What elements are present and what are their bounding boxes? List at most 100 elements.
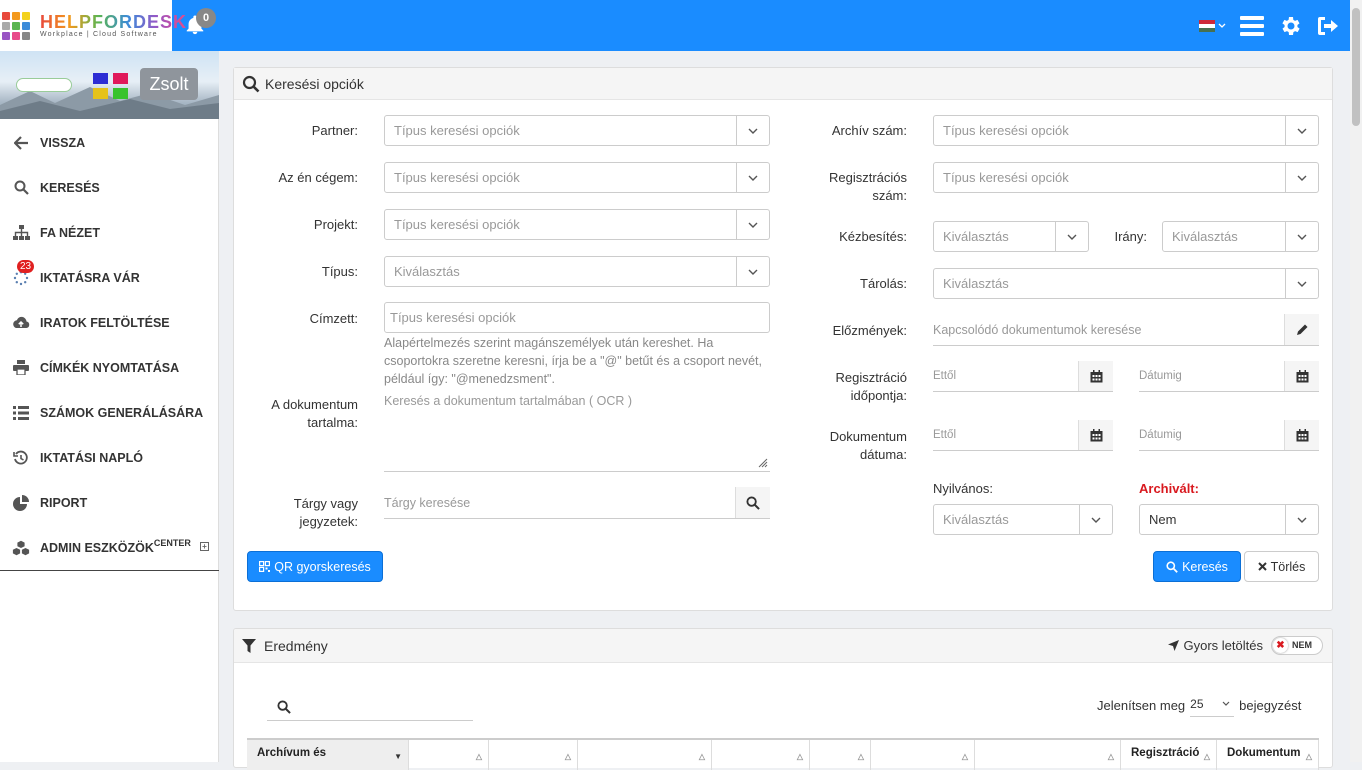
sidebar-item-iktatasi-naplo[interactable]: IKTATÁSI NAPLÓ [0, 435, 219, 480]
language-flag-dropdown[interactable] [1199, 19, 1226, 32]
document-date-from[interactable]: Ettől [933, 420, 1113, 451]
public-select[interactable]: Kiválasztás [933, 504, 1113, 535]
expand-icon[interactable]: + [200, 542, 209, 551]
sidebar-item-vissza[interactable]: VISSZA [0, 120, 219, 165]
apps-grid-icon[interactable] [93, 73, 129, 99]
close-icon [1257, 562, 1267, 571]
results-table-header: Archívum és ▼ △ △ △ △ △ △ △ Regisztráció △… [247, 738, 1319, 770]
reg-label-line1: Regisztrációs [828, 170, 907, 185]
quick-download-label: Gyors letöltés [1183, 638, 1263, 653]
company-label: Az én cégem: [278, 170, 359, 185]
column-header[interactable]: △ [810, 740, 871, 770]
recipient-placeholder: Típus keresési opciók [390, 310, 516, 325]
sidebar-item-label: VISSZA [40, 135, 86, 150]
partner-select[interactable]: Típus keresési opciók [384, 115, 770, 146]
sidebar-item-admin-eszkozok[interactable]: ADMIN ESZKÖZÖK CENTER + [0, 525, 219, 570]
content-textarea[interactable]: Keresés a dokumentum tartalmában ( OCR ) [384, 394, 770, 472]
column-header[interactable]: △ [409, 740, 489, 770]
chevron-down-icon [1055, 222, 1088, 251]
chevron-down-icon [1222, 701, 1230, 706]
regdate-label-line1: Regisztráció [835, 370, 907, 385]
menu-icon[interactable] [1240, 15, 1264, 37]
column-header[interactable]: △ [712, 740, 810, 770]
column-header[interactable]: Regisztráció △ [1121, 740, 1217, 770]
sidebar-item-kereses[interactable]: KERESÉS [0, 165, 219, 210]
history-edit-button[interactable] [1284, 314, 1319, 345]
resize-handle-icon[interactable] [758, 458, 768, 468]
company-select[interactable]: Típus keresési opciók [384, 162, 770, 193]
sidebar-item-iratok-feltoltese[interactable]: IRATOK FELTÖLTÉSE [0, 300, 219, 345]
type-placeholder: Kiválasztás [394, 264, 460, 279]
archived-label: Archivált: [1139, 481, 1199, 496]
results-search-input[interactable] [267, 693, 473, 721]
gear-icon[interactable] [1278, 14, 1302, 38]
sidebar-item-riport[interactable]: RIPORT [0, 480, 219, 525]
subject-label: Tárgy vagy jegyzetek: [250, 495, 358, 531]
public-label: Nyilvános: [933, 481, 993, 496]
app-logo[interactable]: HELPFORDESK Workplace | Cloud Software [0, 0, 186, 51]
column-header[interactable]: △ [489, 740, 578, 770]
location-arrow-icon [1167, 640, 1179, 651]
recipient-input[interactable]: Típus keresési opciók [384, 302, 770, 333]
type-select[interactable]: Kiválasztás [384, 256, 770, 287]
calendar-button[interactable] [1078, 361, 1113, 391]
direction-label: Irány: [1114, 229, 1147, 244]
qr-button-label: QR gyorskeresés [274, 559, 371, 574]
document-date-to[interactable]: Dátumig [1139, 420, 1319, 451]
sort-icon: △ [1305, 752, 1312, 761]
column-header[interactable]: △ [975, 740, 1121, 770]
calendar-icon [1296, 428, 1308, 441]
page-size-value: 25 [1190, 697, 1204, 711]
search-panel-header: Keresési opciók [234, 68, 1332, 100]
archived-select[interactable]: Nem [1139, 504, 1319, 535]
date-from-placeholder: Ettől [933, 370, 957, 382]
calendar-button[interactable] [1284, 420, 1319, 450]
column-header[interactable]: Dokumentum △ [1217, 740, 1319, 770]
project-select[interactable]: Típus keresési opciók [384, 209, 770, 240]
sidebar-item-szamok-generalasara[interactable]: SZÁMOK GENERÁLÁSÁRA [0, 390, 219, 435]
sidebar-item-iktatasra-var[interactable]: 23 IKTATÁSRA VÁR [0, 255, 219, 300]
user-name-button[interactable]: Zsolt [140, 68, 198, 100]
delivery-select[interactable]: Kiválasztás [933, 221, 1089, 252]
quick-download-toggle[interactable]: ✖ NEM [1271, 636, 1323, 655]
direction-select[interactable]: Kiválasztás [1162, 221, 1319, 252]
calendar-button[interactable] [1284, 361, 1319, 391]
column-header[interactable]: △ [871, 740, 975, 770]
sidebar-item-label: ADMIN ESZKÖZÖK [40, 540, 154, 555]
subject-label-line2: jegyzetek: [299, 514, 358, 529]
registration-date-label: Regisztráció időpontja: [790, 369, 907, 405]
column-header[interactable]: △ [578, 740, 712, 770]
logout-icon[interactable] [1316, 15, 1340, 37]
sidebar-item-label: IKTATÁSRA VÁR [40, 270, 140, 285]
calendar-button[interactable] [1078, 420, 1113, 450]
sidebar-item-fa-nezet[interactable]: FA NÉZET [0, 210, 219, 255]
subject-input[interactable]: Tárgy keresése [384, 487, 770, 519]
registration-date-to[interactable]: Dátumig [1139, 361, 1319, 392]
sort-icon: △ [961, 752, 968, 761]
registration-date-from[interactable]: Ettől [933, 361, 1113, 392]
logo-text: HELPFORDESK [40, 12, 188, 32]
storage-select[interactable]: Kiválasztás [933, 268, 1319, 299]
search-button-label: Keresés [1182, 559, 1228, 574]
subject-search-button[interactable] [735, 487, 770, 518]
scrollbar-thumb[interactable] [1352, 8, 1360, 126]
date-to-placeholder: Dátumig [1139, 370, 1182, 382]
column-header[interactable]: Archívum és ▼ [247, 740, 409, 770]
qrcode-icon [259, 561, 271, 572]
reg-label-line2: szám: [872, 188, 907, 203]
sort-icon: △ [698, 752, 705, 761]
list-icon [12, 404, 30, 422]
sidebar-item-cimkek-nyomtatasa[interactable]: CÍMKÉK NYOMTATÁSA [0, 345, 219, 390]
project-label: Projekt: [313, 217, 358, 232]
qr-quick-search-button[interactable]: QR gyorskeresés [247, 551, 383, 582]
sidebar-item-label: RIPORT [40, 495, 88, 510]
clear-button[interactable]: Törlés [1244, 551, 1319, 582]
history-input[interactable]: Kapcsolódó dokumentumok keresése [933, 314, 1319, 346]
type-label: Típus: [321, 264, 358, 279]
archive-number-select[interactable]: Típus keresési opciók [933, 115, 1319, 146]
page-size-select[interactable]: 25 [1190, 693, 1235, 717]
registration-number-select[interactable]: Típus keresési opciók [933, 162, 1319, 193]
recipient-label: Címzett: [309, 311, 358, 326]
search-button[interactable]: Keresés [1153, 551, 1241, 582]
sidebar-item-label: CÍMKÉK NYOMTATÁSA [40, 360, 180, 375]
